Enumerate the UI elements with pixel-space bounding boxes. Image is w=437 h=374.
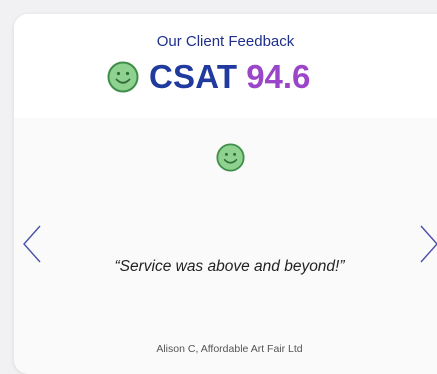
chevron-right-icon[interactable] (418, 224, 437, 264)
header-title: Our Client Feedback (156, 33, 295, 50)
testimonial-quote: “Service was above and beyond!” (114, 258, 345, 275)
testimonial-author: Alison C, Affordable Art Fair Ltd (156, 343, 303, 355)
feedback-card: Our Client Feedback CSAT 94.6 “Service w… (14, 14, 437, 374)
smiley-face-icon (107, 61, 139, 93)
csat-score: 94.6 (246, 58, 311, 95)
smiley-face-icon (216, 143, 245, 172)
csat-row: CSAT 94.6 (107, 58, 310, 96)
csat-label: CSAT (149, 58, 238, 95)
